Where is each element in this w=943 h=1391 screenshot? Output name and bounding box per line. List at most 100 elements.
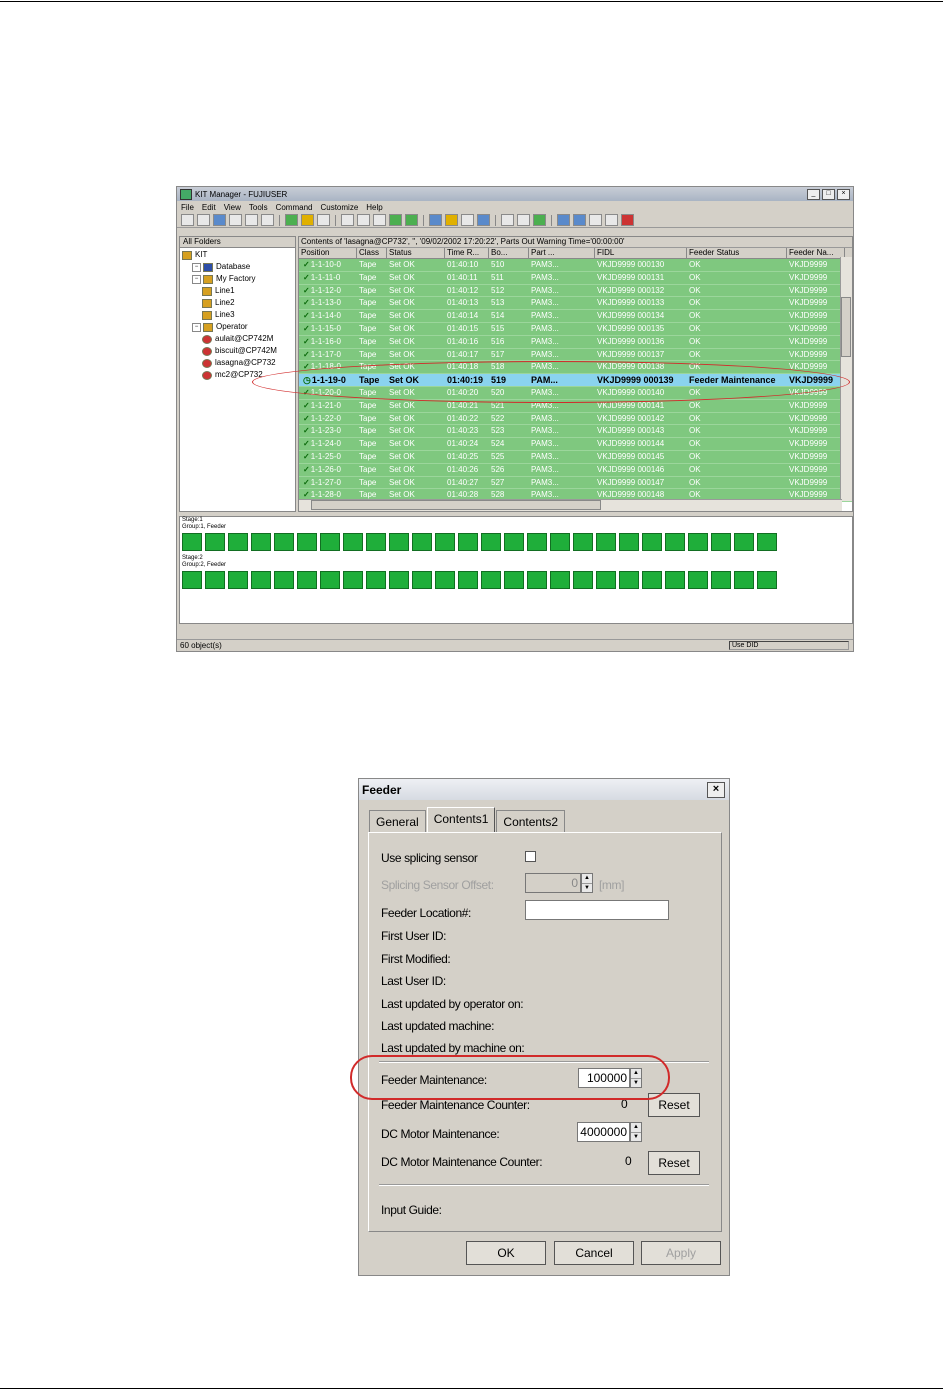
columns-icon[interactable]	[501, 214, 514, 226]
refresh-icon[interactable]	[389, 214, 402, 226]
feeder-slot[interactable]	[412, 571, 432, 589]
feeder-slot[interactable]	[573, 571, 593, 589]
feeder-slot[interactable]	[251, 571, 271, 589]
tree-node[interactable]: − Database	[182, 261, 295, 273]
machine-icon[interactable]	[285, 214, 298, 226]
feeder-slot[interactable]	[688, 571, 708, 589]
tab-contents2[interactable]: Contents2	[496, 810, 566, 833]
feeder-slot[interactable]	[665, 533, 685, 551]
feeder-slot[interactable]	[343, 533, 363, 551]
new-icon[interactable]	[181, 214, 194, 226]
table-row[interactable]: ✓1-1-11-0 Tape Set OK 01:40:11 511 PAM3... VKJ…	[299, 271, 852, 285]
maximize-icon[interactable]: □	[822, 188, 835, 200]
upload-icon[interactable]	[429, 214, 442, 226]
table-row[interactable]: ✓1-1-13-0 Tape Set OK 01:40:13 513 PAM3... VKJ…	[299, 297, 852, 311]
feeder-slot[interactable]	[596, 533, 616, 551]
minimize-icon[interactable]: _	[807, 188, 820, 200]
menu-command[interactable]: Command	[276, 203, 313, 212]
feeder-slot[interactable]	[205, 533, 225, 551]
feeder-slot[interactable]	[412, 533, 432, 551]
feeder-slot[interactable]	[642, 571, 662, 589]
copy2-icon[interactable]	[357, 214, 370, 226]
feeder-slot[interactable]	[182, 571, 202, 589]
feeder-slot[interactable]	[665, 571, 685, 589]
reset-dc-motor-counter-button[interactable]: Reset	[648, 1151, 700, 1175]
feeder-slot[interactable]	[688, 533, 708, 551]
table-row[interactable]: ✓1-1-23-0 Tape Set OK 01:40:23 523 PAM3... VKJ…	[299, 425, 852, 439]
feeder-slot[interactable]	[366, 533, 386, 551]
col-feeder-status[interactable]: Feeder Status	[687, 248, 787, 258]
apply-button[interactable]: Apply	[641, 1241, 721, 1265]
feeder-location-input[interactable]	[525, 900, 669, 920]
table-row[interactable]: ✓1-1-14-0 Tape Set OK 01:40:14 514 PAM3... VKJ…	[299, 310, 852, 323]
settings-icon[interactable]	[621, 214, 634, 226]
col-class[interactable]: Class	[357, 248, 387, 258]
table-row[interactable]: ✓1-1-24-0 Tape Set OK 01:40:24 524 PAM3... VKJ…	[299, 438, 852, 451]
feeder-slot[interactable]	[343, 571, 363, 589]
feeder-slot[interactable]	[550, 533, 570, 551]
menu-file[interactable]: File	[181, 203, 194, 212]
feeder-slot[interactable]	[435, 533, 455, 551]
table-row[interactable]: ✓1-1-22-0 Tape Set OK 01:40:22 522 PAM3... VKJ…	[299, 412, 852, 426]
cancel-button[interactable]: Cancel	[554, 1241, 634, 1265]
paste-icon[interactable]	[245, 214, 258, 226]
tree-node[interactable]: − My Factory	[182, 273, 295, 285]
table-row[interactable]: ✓1-1-10-0 Tape Set OK 01:40:10 510 PAM3... VKJ…	[299, 259, 852, 272]
tree-node[interactable]: Line2	[182, 297, 295, 309]
tree-node[interactable]: aulait@CP742M	[182, 333, 295, 345]
horizontal-scrollbar[interactable]	[299, 499, 842, 511]
monitor-icon[interactable]	[317, 214, 330, 226]
menu-view[interactable]: View	[224, 203, 241, 212]
feeder-slot[interactable]	[297, 571, 317, 589]
tree-node[interactable]: − Operator	[182, 321, 295, 333]
delete-icon[interactable]	[261, 214, 274, 226]
grid-icon[interactable]	[605, 214, 618, 226]
find-icon[interactable]	[589, 214, 602, 226]
menu-help[interactable]: Help	[366, 203, 382, 212]
scroll-thumb[interactable]	[841, 297, 851, 357]
feeder-slot[interactable]	[228, 533, 248, 551]
export-icon[interactable]	[405, 214, 418, 226]
table-row[interactable]: ✓1-1-16-0 Tape Set OK 01:40:16 516 PAM3... VKJ…	[299, 335, 852, 349]
menu-customize[interactable]: Customize	[320, 203, 358, 212]
open-icon[interactable]	[197, 214, 210, 226]
paste2-icon[interactable]	[373, 214, 386, 226]
zoom-icon[interactable]	[557, 214, 570, 226]
feeder-slot[interactable]	[711, 533, 731, 551]
col-bo[interactable]: Bo...	[489, 248, 529, 258]
line-icon[interactable]	[445, 214, 458, 226]
feeder-slot[interactable]	[366, 571, 386, 589]
feeder-slot[interactable]	[274, 571, 294, 589]
feeder-slot[interactable]	[389, 571, 409, 589]
feeder-slot[interactable]	[320, 533, 340, 551]
feeder-slot[interactable]	[481, 571, 501, 589]
factory-icon[interactable]	[301, 214, 314, 226]
table-row[interactable]: ✓1-1-17-0 Tape Set OK 01:40:17 517 PAM3... VKJ…	[299, 348, 852, 362]
feeder-slot[interactable]	[320, 571, 340, 589]
col-status[interactable]: Status	[387, 248, 445, 258]
feeder-slot[interactable]	[458, 571, 478, 589]
dc-motor-spinner[interactable]: ▲ ▼	[630, 1122, 642, 1142]
feeder-slot[interactable]	[596, 571, 616, 589]
use-splicing-checkbox[interactable]	[525, 851, 536, 862]
tab-contents1[interactable]: Contents1	[426, 807, 496, 833]
feeder-slot[interactable]	[734, 571, 754, 589]
feeder-slot[interactable]	[389, 533, 409, 551]
feeder-slot[interactable]	[504, 533, 524, 551]
feeder-slot[interactable]	[527, 571, 547, 589]
feeder-slot[interactable]	[205, 571, 225, 589]
tab-general[interactable]: General	[369, 810, 426, 833]
table-row[interactable]: ✓1-1-25-0 Tape Set OK 01:40:25 525 PAM3... VKJ…	[299, 450, 852, 464]
feeder-slot[interactable]	[757, 571, 777, 589]
splicing-offset-input[interactable]: 0	[525, 873, 581, 893]
table-row[interactable]: ✓1-1-12-0 Tape Set OK 01:40:12 512 PAM3... VKJ…	[299, 284, 852, 298]
feeder-slot[interactable]	[619, 571, 639, 589]
menu-edit[interactable]: Edit	[202, 203, 216, 212]
feeder-slot[interactable]	[481, 533, 501, 551]
splicing-offset-spinner[interactable]: ▲ ▼	[581, 873, 593, 893]
col-time[interactable]: Time R...	[445, 248, 489, 258]
tree-node[interactable]: biscuit@CP742M	[182, 345, 295, 357]
expand-icon[interactable]: −	[192, 322, 201, 332]
cut-icon[interactable]	[341, 214, 354, 226]
feeder-slot[interactable]	[573, 533, 593, 551]
